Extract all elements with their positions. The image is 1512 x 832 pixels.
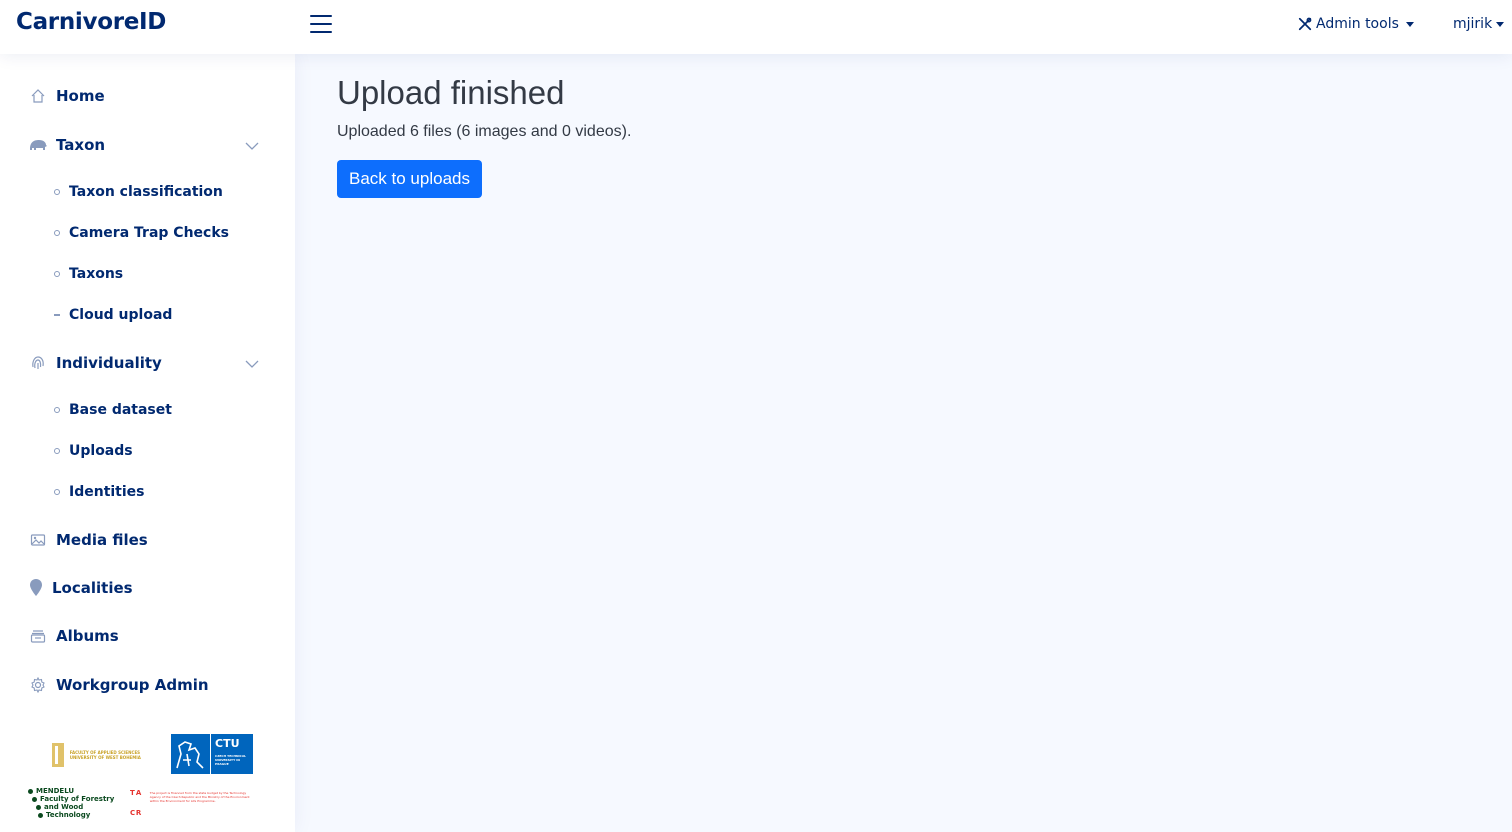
sidebar-item-workgroup-admin[interactable]: Workgroup Admin xyxy=(28,675,209,695)
caret-down-icon xyxy=(1405,21,1414,27)
sidebar-item-label: Home xyxy=(56,87,105,105)
sidebar-item-localities[interactable]: Localities xyxy=(28,578,133,598)
album-icon xyxy=(28,626,48,646)
sidebar-subitem-uploads[interactable]: Uploads xyxy=(54,443,133,459)
sidebar-subitem-cloud-upload[interactable]: Cloud upload xyxy=(54,307,172,323)
admin-tools-label: Admin tools xyxy=(1316,16,1399,32)
upload-summary-text: Uploaded 6 files (6 images and 0 videos)… xyxy=(337,123,632,140)
brand-logo[interactable]: CarnivoreID xyxy=(16,9,166,35)
tacr-logo: TA CR The project is financed from the s… xyxy=(130,789,250,817)
images-icon xyxy=(28,530,48,550)
sidebar-item-label: Individuality xyxy=(56,354,162,372)
circle-icon xyxy=(54,448,60,454)
sidebar-item-home[interactable]: Home xyxy=(28,86,105,106)
ctu-lion-icon xyxy=(171,734,211,774)
sidebar-subitem-camera-trap-checks[interactable]: Camera Trap Checks xyxy=(54,225,229,241)
sidebar-item-label: Albums xyxy=(56,627,119,645)
sidebar-item-label: Media files xyxy=(56,531,148,549)
user-dropdown[interactable]: mjirik xyxy=(1453,16,1505,32)
sidebar-item-label: Localities xyxy=(52,579,133,597)
sidebar-item-individuality[interactable]: Individuality xyxy=(28,353,162,373)
sidebar-toggle-icon[interactable] xyxy=(310,14,332,34)
top-header: CarnivoreID Admin tools mjirik xyxy=(0,0,1512,54)
sidebar-subitem-taxon-classification[interactable]: Taxon classification xyxy=(54,184,223,200)
animal-icon xyxy=(28,135,48,155)
sidebar-subitem-identities[interactable]: Identities xyxy=(54,484,145,500)
circle-icon xyxy=(54,407,60,413)
sidebar-item-taxon[interactable]: Taxon xyxy=(28,135,105,155)
tools-icon xyxy=(1298,17,1312,31)
page-title: Upload finished xyxy=(337,74,565,111)
chevron-down-icon[interactable] xyxy=(244,356,260,372)
fas-uwb-logo: FACULTY OF APPLIED SCIENCES UNIVERSITY O… xyxy=(52,740,147,770)
back-to-uploads-button[interactable]: Back to uploads xyxy=(337,160,482,198)
sidebar-subitem-label: Camera Trap Checks xyxy=(69,225,229,241)
sidebar-subitem-label: Taxon classification xyxy=(69,184,223,200)
circle-icon xyxy=(54,230,60,236)
house-icon xyxy=(28,86,48,106)
sidebar-subitem-label: Cloud upload xyxy=(69,307,173,323)
sidebar-item-albums[interactable]: Albums xyxy=(28,626,119,646)
mendelu-logo: MENDELU Faculty of Forestry and Wood Tec… xyxy=(28,787,123,821)
circle-icon xyxy=(54,271,60,277)
sidebar-subitem-label: Taxons xyxy=(69,266,124,282)
chevron-down-icon[interactable] xyxy=(244,138,260,154)
geo-pin-icon xyxy=(28,578,44,598)
circle-icon xyxy=(54,489,60,495)
ctu-logo-text: CTU xyxy=(215,737,240,750)
sidebar-subitem-taxons[interactable]: Taxons xyxy=(54,266,123,282)
circle-icon xyxy=(54,189,60,195)
sidebar-item-label: Taxon xyxy=(56,136,106,154)
gear-icon xyxy=(28,675,48,695)
sidebar-item-media-files[interactable]: Media files xyxy=(28,530,148,550)
sidebar-subitem-base-dataset[interactable]: Base dataset xyxy=(54,402,172,418)
caret-down-icon xyxy=(1496,21,1505,27)
sidebar-subitem-label: Base dataset xyxy=(69,402,172,418)
ctu-logo: CTU CZECH TECHNICAL UNIVERSITY IN PRAGUE xyxy=(171,734,253,774)
user-name: mjirik xyxy=(1453,16,1493,32)
sidebar-item-label: Workgroup Admin xyxy=(56,676,209,694)
fingerprint-icon xyxy=(28,353,48,373)
sidebar-subitem-label: Uploads xyxy=(69,443,133,459)
dash-icon xyxy=(54,314,60,316)
admin-tools-dropdown[interactable]: Admin tools xyxy=(1298,16,1414,32)
sidebar: Home Taxon Taxon classification Camera T… xyxy=(0,54,295,832)
sidebar-subitem-label: Identities xyxy=(69,484,145,500)
